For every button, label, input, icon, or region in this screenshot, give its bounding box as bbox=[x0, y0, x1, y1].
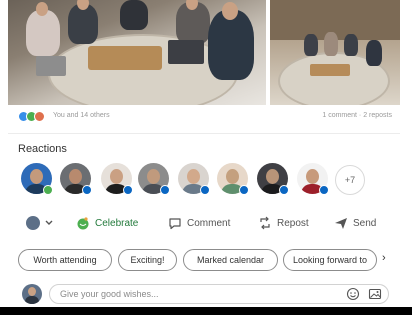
chevron-down-icon bbox=[45, 220, 53, 225]
post-photo-secondary[interactable] bbox=[270, 0, 400, 105]
repost-label: Repost bbox=[277, 217, 309, 229]
comment-label: Comment bbox=[187, 217, 231, 229]
repost-button[interactable]: Repost bbox=[258, 212, 309, 234]
emoji-icon[interactable] bbox=[346, 287, 360, 301]
suggested-replies: Worth attending Exciting! Marked calenda… bbox=[18, 249, 408, 271]
celebrate-label: Celebrate bbox=[95, 217, 139, 229]
send-label: Send bbox=[353, 217, 377, 229]
like-icon bbox=[123, 185, 133, 195]
suggestion-chip[interactable]: Worth attending bbox=[18, 249, 112, 271]
divider bbox=[8, 133, 400, 134]
post-photos[interactable] bbox=[8, 0, 400, 105]
suggestion-chip[interactable]: Exciting! bbox=[118, 249, 177, 271]
comment-icon bbox=[169, 218, 181, 230]
comment-composer: Give your good wishes... bbox=[18, 282, 392, 306]
avatar bbox=[26, 216, 40, 230]
suggestion-chip[interactable]: Looking forward to bbox=[283, 249, 377, 271]
avatar bbox=[22, 284, 42, 304]
post-photo-main[interactable] bbox=[8, 0, 266, 105]
chevron-right-icon[interactable]: › bbox=[382, 252, 386, 264]
send-icon bbox=[335, 218, 347, 229]
suggestion-chip[interactable]: Marked calendar bbox=[183, 249, 278, 271]
reactor-avatars: +7 bbox=[21, 163, 381, 199]
like-icon bbox=[279, 185, 289, 195]
celebrate-icon bbox=[77, 217, 89, 230]
like-icon bbox=[239, 185, 249, 195]
like-icon bbox=[319, 185, 329, 195]
reactions-heading: Reactions bbox=[18, 143, 67, 155]
action-bar: Celebrate Comment Repost Send bbox=[18, 212, 392, 234]
reaction-picker-button[interactable] bbox=[26, 212, 53, 234]
comment-placeholder: Give your good wishes... bbox=[60, 289, 159, 299]
reaction-count[interactable]: You and 14 others bbox=[53, 112, 110, 119]
more-reactors-button[interactable]: +7 bbox=[335, 165, 365, 195]
love-icon bbox=[34, 111, 45, 122]
comment-repost-count[interactable]: 1 comment · 2 reposts bbox=[322, 112, 392, 119]
image-icon[interactable] bbox=[368, 287, 382, 301]
social-counts: You and 14 others 1 comment · 2 reposts bbox=[18, 110, 392, 124]
like-icon bbox=[43, 185, 53, 195]
comment-input[interactable]: Give your good wishes... bbox=[49, 284, 389, 304]
like-icon bbox=[200, 185, 210, 195]
bottom-bar bbox=[0, 307, 412, 315]
send-button[interactable]: Send bbox=[334, 212, 376, 234]
like-icon bbox=[82, 185, 92, 195]
comment-button[interactable]: Comment bbox=[168, 212, 230, 234]
repost-icon bbox=[260, 216, 270, 230]
celebrate-button[interactable]: Celebrate bbox=[76, 212, 138, 234]
like-icon bbox=[160, 185, 170, 195]
